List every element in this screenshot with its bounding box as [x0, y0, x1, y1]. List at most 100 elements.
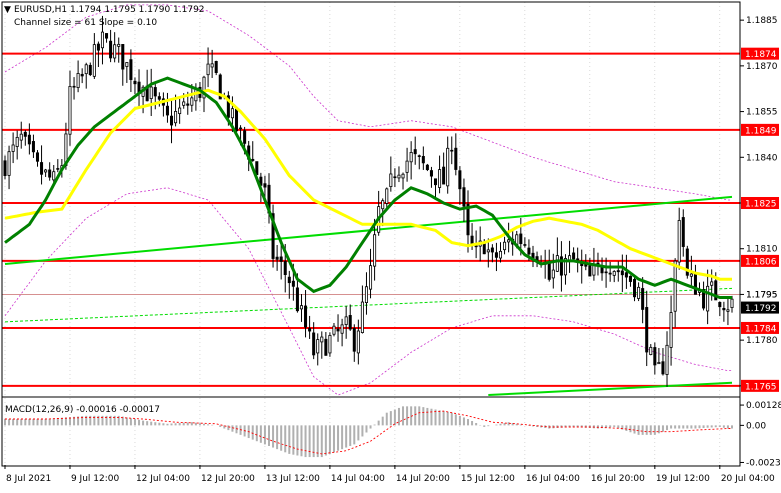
- candle-body: [470, 235, 474, 245]
- time-tick-label: 20 Jul 04:00: [721, 474, 775, 484]
- macd-tick-label: 0.00128: [746, 401, 781, 411]
- candle-body: [23, 131, 27, 137]
- candle-body: [214, 60, 218, 73]
- candle-body: [710, 281, 714, 286]
- candle-body: [157, 96, 161, 100]
- candle-body: [624, 272, 628, 278]
- candle-body: [7, 151, 11, 176]
- candle-body: [572, 252, 576, 260]
- candle-body: [373, 234, 377, 267]
- candle-body: [117, 43, 121, 47]
- candle-body: [133, 80, 137, 85]
- candle-body: [328, 335, 332, 354]
- candle-body: [421, 156, 425, 164]
- candle-body: [174, 110, 178, 124]
- candle-body: [620, 270, 624, 276]
- candle-body: [490, 247, 494, 253]
- candle-body: [31, 141, 35, 153]
- candle-body: [433, 178, 438, 186]
- candle-body: [11, 144, 15, 152]
- time-tick-label: 14 Jul 04:00: [331, 474, 385, 484]
- candle-body: [68, 86, 72, 135]
- candle-body: [186, 103, 190, 106]
- candle-body: [397, 174, 401, 179]
- candle-body: [206, 63, 210, 76]
- symbol-ohlc-line: EURUSD,H1 1.1794 1.1795 1.1790 1.1792: [14, 5, 205, 15]
- price-tick-label: 1.1780: [746, 336, 778, 346]
- candle-body: [275, 256, 279, 260]
- channel-info-line: Channel size = 61 Slope = 0.10: [14, 18, 157, 28]
- macd-tick-label: -0.00234: [746, 458, 781, 468]
- time-tick-label: 8 Jul 2021: [6, 474, 51, 484]
- candle-body: [230, 108, 234, 119]
- candle-body: [19, 133, 23, 141]
- candle-body: [210, 63, 214, 68]
- candle-body: [389, 173, 393, 188]
- candle-body: [669, 312, 673, 348]
- candle-body: [295, 287, 299, 312]
- candle-body: [125, 62, 129, 67]
- candle-body: [121, 44, 125, 70]
- candle-body: [352, 328, 356, 352]
- candle-body: [641, 288, 645, 310]
- candle-body: [661, 361, 665, 375]
- candle-body: [56, 168, 60, 170]
- candle-body: [153, 87, 157, 97]
- candle-body: [3, 160, 7, 176]
- candle: [214, 60, 218, 76]
- candle-body: [234, 108, 239, 132]
- chart-svg: MACD(12,26,9) -0.00016 -0.00017 1.1885 1.…: [0, 0, 781, 489]
- candle-body: [109, 40, 113, 59]
- candle-body: [442, 166, 446, 185]
- last-price-label: 1.1795: [746, 290, 778, 300]
- candle-body: [450, 149, 454, 152]
- candle-body: [673, 260, 677, 312]
- candle-body: [80, 73, 84, 77]
- candle-body: [498, 250, 503, 259]
- candle-body: [243, 130, 247, 144]
- candle: [328, 332, 332, 357]
- candle-body: [291, 280, 295, 287]
- candle-body: [287, 276, 291, 284]
- candle-body: [547, 261, 551, 280]
- candle-body: [324, 338, 328, 356]
- candle-body: [344, 316, 348, 325]
- candle-body: [608, 272, 612, 275]
- price-tick-label: 1.1885: [746, 16, 778, 26]
- candle-body: [722, 307, 726, 311]
- header-arrow-icon: ▼: [4, 5, 11, 15]
- candle-body: [96, 43, 100, 51]
- candle-body: [706, 285, 710, 312]
- candle-body: [555, 255, 559, 272]
- candle-body: [336, 328, 340, 332]
- candle-body: [429, 170, 433, 177]
- candle-body: [409, 152, 413, 163]
- candle-body: [507, 239, 511, 243]
- candle-body: [263, 183, 267, 188]
- candle-body: [628, 275, 632, 282]
- candle-body: [312, 332, 316, 356]
- candle-body: [72, 85, 76, 88]
- candle-body: [604, 271, 608, 274]
- candle-body: [27, 134, 31, 145]
- time-tick-label: 12 Jul 04:00: [136, 474, 190, 484]
- current-price-label: 1.1792: [745, 304, 777, 314]
- candle-body: [592, 265, 596, 276]
- candle-body: [458, 170, 462, 190]
- candle-body: [332, 325, 336, 335]
- level-label: 1.1825: [745, 200, 777, 210]
- candle-body: [316, 339, 320, 354]
- candle-body: [304, 305, 308, 328]
- candle: [271, 204, 275, 268]
- candle-body: [482, 242, 486, 255]
- candle-body: [503, 241, 507, 251]
- candle-body: [616, 270, 620, 273]
- candle-body: [88, 64, 92, 76]
- time-tick-label: 12 Jul 20:00: [201, 474, 255, 484]
- time-tick-label: 19 Jul 12:00: [656, 474, 710, 484]
- candle-body: [462, 187, 466, 207]
- level-label: 1.1784: [745, 324, 777, 334]
- candle-body: [726, 309, 730, 312]
- macd-tick-label: 0.00: [746, 421, 766, 431]
- candle-body: [681, 217, 685, 247]
